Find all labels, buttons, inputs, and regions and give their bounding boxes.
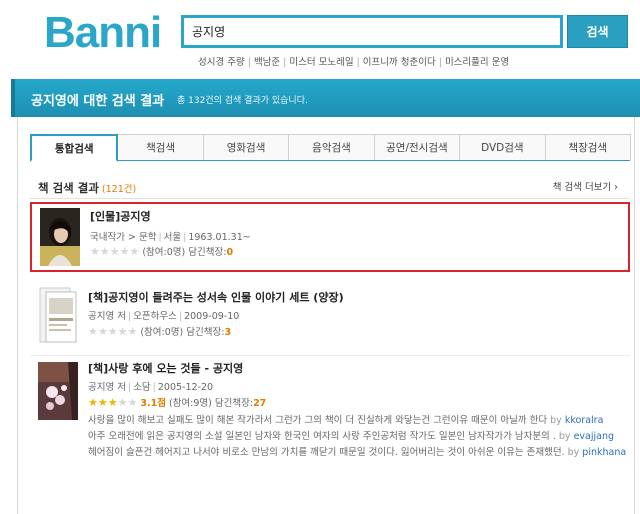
review-text[interactable]: 아주 오래전에 읽은 공지영의 소설 일본인 남자와 한국인 여자의 사랑 주인… bbox=[88, 431, 556, 442]
divider: | bbox=[438, 57, 442, 68]
tab-books[interactable]: 책검색 bbox=[117, 134, 204, 160]
shelf-label: 담긴책장: bbox=[214, 398, 254, 409]
star-rating-icon: ★★★★★ bbox=[90, 245, 140, 258]
result-rating-row: ★★★★★ (참여:0명) 담긴책장:3 bbox=[88, 324, 231, 338]
result-rating-row: ★★★★★ 3.1점 (참여:9명) 담긴책장:27 bbox=[88, 395, 266, 409]
divider: | bbox=[283, 57, 287, 68]
search-button[interactable]: 검색 bbox=[567, 15, 628, 48]
divider: | bbox=[152, 382, 156, 393]
star-rating-icon: ★★★★★ bbox=[88, 396, 138, 409]
participant-count: (참여:9명) bbox=[168, 398, 212, 409]
divider: | bbox=[178, 311, 183, 322]
star-rating-icon: ★★★★★ bbox=[88, 325, 138, 338]
divider: | bbox=[127, 311, 132, 322]
book-cover-image[interactable] bbox=[38, 286, 78, 344]
shelf-label: 담긴책장: bbox=[186, 327, 225, 338]
reviewer-link[interactable]: evajjang bbox=[574, 431, 614, 442]
tab-performance[interactable]: 공연/전시검색 bbox=[373, 134, 461, 160]
participant-count: (참여:0명) bbox=[142, 247, 186, 258]
divider bbox=[30, 355, 630, 356]
result-title[interactable]: [인물]공지영 bbox=[90, 208, 151, 224]
reviewer-link[interactable]: kkoralra bbox=[565, 415, 604, 426]
search-input[interactable] bbox=[184, 18, 560, 45]
result-query-title: 공지영에 대한 검색 결과 bbox=[31, 94, 165, 109]
participant-count: (참여:0명) bbox=[140, 327, 184, 338]
review-by: by bbox=[558, 431, 571, 442]
popular-keyword-2[interactable]: 백남준 bbox=[254, 57, 280, 68]
search-box[interactable] bbox=[181, 15, 563, 48]
divider bbox=[30, 198, 630, 199]
result-rating-row: ★★★★★ (참여:0명) 담긴책장:0 bbox=[90, 244, 233, 258]
tab-movies[interactable]: 영화검색 bbox=[202, 134, 290, 160]
review-snippet: 사랑을 많이 해보고 실패도 많이 해본 작가라서 그런가 그의 책이 더 진실… bbox=[88, 414, 628, 428]
shelf-count[interactable]: 3 bbox=[224, 327, 231, 338]
result-lifespan: 1963.01.31~ bbox=[188, 232, 251, 243]
tab-bookshelf[interactable]: 책장검색 bbox=[544, 134, 631, 160]
section-title: 책 검색 결과 bbox=[38, 181, 99, 195]
review-by: by bbox=[567, 447, 580, 458]
results-panel: 통합검색 책검색 영화검색 음악검색 공연/전시검색 DVD검색 책장검색 책 … bbox=[17, 117, 635, 514]
result-count-text: 총 132건의 검색 결과가 있습니다. bbox=[177, 96, 308, 106]
result-birthplace: 서울 bbox=[163, 232, 182, 243]
tab-dvd[interactable]: DVD검색 bbox=[459, 134, 546, 160]
review-by: by bbox=[550, 415, 562, 426]
popular-keyword-4[interactable]: 이프니까 청춘이다 bbox=[363, 57, 436, 68]
result-author[interactable]: 공지영 저 bbox=[88, 382, 126, 393]
result-item-person: [인물]공지영 국내작가 > 문학 | 서울 | 1963.01.31~ ★★★★★ (… bbox=[30, 202, 630, 272]
author-portrait-image[interactable] bbox=[40, 208, 80, 266]
result-meta: 공지영 저 | 오픈하우스 | 2009-09-10 bbox=[88, 308, 239, 322]
popular-keyword-5[interactable]: 미스리플리 운영 bbox=[445, 57, 509, 68]
result-banner: 공지영에 대한 검색 결과 총 132건의 검색 결과가 있습니다. bbox=[11, 79, 640, 117]
shelf-count[interactable]: 27 bbox=[253, 398, 266, 409]
divider: | bbox=[127, 382, 132, 393]
divider: | bbox=[247, 57, 251, 68]
result-publisher[interactable]: 오픈하우스 bbox=[133, 311, 177, 322]
popular-keyword-3[interactable]: 미스터 모노레일 bbox=[289, 57, 353, 68]
search-tabs: 통합검색 책검색 영화검색 음악검색 공연/전시검색 DVD검색 책장검색 bbox=[30, 134, 631, 162]
review-snippet: 아주 오래전에 읽은 공지영의 소설 일본인 남자와 한국인 여자의 사랑 주인… bbox=[88, 430, 628, 444]
rating-score: 3.1점 bbox=[140, 398, 166, 409]
more-books-link[interactable]: 책 검색 더보기 › bbox=[553, 179, 618, 193]
section-count: (121건) bbox=[101, 184, 137, 195]
result-date: 2005-12-20 bbox=[157, 382, 214, 393]
banni-logo[interactable]: Banni bbox=[44, 8, 162, 58]
book-cover-image[interactable] bbox=[38, 362, 78, 420]
tab-integrated[interactable]: 통합검색 bbox=[30, 134, 119, 162]
result-author[interactable]: 공지영 저 bbox=[88, 311, 126, 322]
result-title[interactable]: [책]사랑 후에 오는 것들 - 공지영 bbox=[88, 360, 243, 376]
result-date: 2009-09-10 bbox=[184, 311, 240, 322]
review-list: 사랑을 많이 해보고 실패도 많이 해본 작가라서 그런가 그의 책이 더 진실… bbox=[88, 414, 628, 460]
divider: | bbox=[356, 57, 360, 68]
result-publisher[interactable]: 소담 bbox=[133, 382, 150, 393]
popular-keyword-1[interactable]: 성시경 주량 bbox=[198, 57, 245, 68]
divider: | bbox=[183, 232, 187, 243]
divider: | bbox=[158, 232, 162, 243]
shelf-count[interactable]: 0 bbox=[226, 247, 233, 258]
review-snippet: 헤어짐이 슬픈건 헤어지고 나서야 비로소 만남의 가치를 깨닫기 때문일 것이… bbox=[88, 446, 628, 460]
result-meta: 국내작가 > 문학 | 서울 | 1963.01.31~ bbox=[90, 229, 251, 243]
result-meta: 공지영 저 | 소담 | 2005-12-20 bbox=[88, 379, 213, 393]
section-header: 책 검색 결과 (121건) 책 검색 더보기 › bbox=[38, 177, 628, 195]
review-text[interactable]: 헤어짐이 슬픈건 헤어지고 나서야 비로소 만남의 가치를 깨닫기 때문일 것이… bbox=[88, 447, 565, 458]
result-item-book: [책]공지영이 들려주는 성서속 인물 이야기 세트 (양장) 공지영 저 | 오픈… bbox=[30, 282, 630, 352]
result-category[interactable]: 국내작가 > 문학 bbox=[90, 232, 156, 243]
result-item-book: [책]사랑 후에 오는 것들 - 공지영 공지영 저 | 소담 | 2005-12-20… bbox=[30, 360, 630, 510]
result-title[interactable]: [책]공지영이 들려주는 성서속 인물 이야기 세트 (양장) bbox=[88, 289, 344, 305]
shelf-label: 담긴책장: bbox=[188, 247, 227, 258]
tab-music[interactable]: 음악검색 bbox=[288, 134, 375, 160]
popular-keywords: 성시경 주량 | 백남준 | 미스터 모노레일 | 이프니까 청춘이다 | 미스리플리 운영 bbox=[198, 54, 578, 68]
reviewer-link[interactable]: pinkhana bbox=[582, 447, 626, 458]
review-text[interactable]: 사랑을 많이 해보고 실패도 많이 해본 작가라서 그런가 그의 책이 더 진실… bbox=[88, 415, 547, 426]
